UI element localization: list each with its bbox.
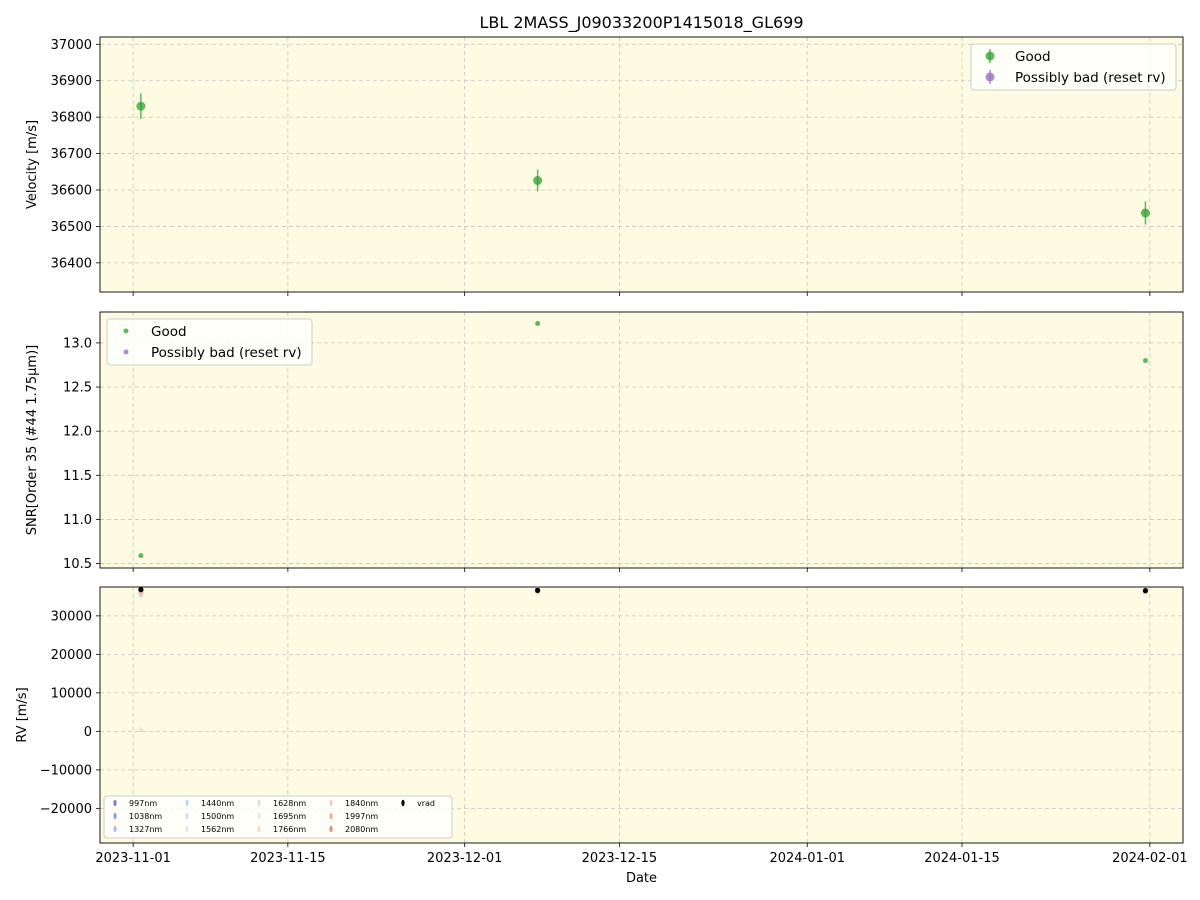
y-tick-label: 36800 (51, 111, 92, 126)
y-tick-label: 36700 (51, 147, 92, 162)
x-tick-label: 2023-12-15 (582, 851, 658, 866)
legend: 997nm 1038nm 1327nm 1440nm 1500nm 1562nm 1628n… (103, 795, 453, 839)
y-tick-label: 12.5 (63, 381, 92, 396)
legend-label: Good (1015, 49, 1051, 65)
legend-label: 1038nm (129, 812, 162, 821)
legend-label: vrad (417, 799, 435, 808)
x-tick-label: 2023-11-01 (95, 851, 171, 866)
chart-title: LBL 2MASS_J09033200P1415018_GL699 (479, 13, 803, 33)
data-point (1142, 588, 1149, 594)
legend-label: 1500nm (201, 812, 234, 821)
y-tick-label: 0 (84, 725, 92, 740)
legend-label: Possibly bad (reset rv) (1015, 70, 1166, 86)
legend-marker (985, 51, 995, 61)
legend-marker (123, 328, 129, 334)
data-point (138, 586, 144, 593)
legend-marker (113, 799, 117, 807)
legend-label: 1562nm (201, 825, 234, 834)
legend-label: Possibly bad (reset rv) (151, 345, 302, 361)
y-axis-label: Velocity [m/s] (25, 120, 40, 209)
data-point (138, 727, 144, 733)
y-tick-label: 20000 (51, 648, 92, 663)
data-point (1142, 358, 1148, 364)
data-point (535, 320, 541, 326)
legend-label: 997nm (129, 799, 157, 808)
legend-label: 1327nm (129, 825, 162, 834)
legend-marker (329, 812, 333, 820)
y-tick-label: 11.0 (63, 513, 92, 528)
legend-marker (185, 799, 189, 807)
data-point (535, 587, 541, 593)
data-point (1140, 208, 1150, 218)
x-axis-label: Date (626, 871, 657, 886)
legend-marker (257, 799, 261, 807)
legend-label: 1840nm (345, 799, 378, 808)
legend-marker (329, 825, 333, 833)
y-tick-label: 36900 (51, 74, 92, 89)
y-tick-label: −20000 (40, 802, 92, 817)
x-tick-label: 2023-12-01 (427, 851, 503, 866)
legend-marker (113, 812, 117, 820)
y-tick-label: 36500 (51, 220, 92, 235)
y-tick-label: 37000 (51, 38, 92, 53)
legend-marker (185, 812, 189, 820)
legend-label: Good (151, 324, 187, 340)
legend: Good Possibly bad (reset rv) (106, 318, 313, 366)
y-axis-label: RV [m/s] (15, 687, 30, 742)
legend-label: 2080nm (345, 825, 378, 834)
legend-label: 1440nm (201, 799, 234, 808)
x-tick-label: 2024-01-15 (924, 851, 1000, 866)
y-tick-label: 13.0 (63, 336, 92, 351)
y-tick-label: 10000 (51, 686, 92, 701)
panel-1: 36400 36500 36600 36700 36800 36900 37000 Veloc… (25, 13, 1184, 296)
legend-marker (113, 825, 117, 833)
panel-2: 10.5 11.0 11.5 12.0 12.5 13.0 SNR[Order 35 (#4… (25, 311, 1184, 572)
data-point (138, 553, 144, 559)
x-tick-label: 2023-11-15 (250, 851, 326, 866)
legend-label: 1628nm (273, 799, 306, 808)
y-tick-label: 12.0 (63, 425, 92, 440)
x-tick-label: 2024-02-01 (1112, 851, 1188, 866)
legend-marker (257, 825, 261, 833)
legend-label: 1766nm (273, 825, 306, 834)
y-tick-label: 36400 (51, 256, 92, 271)
legend-marker (401, 799, 405, 807)
legend-marker (329, 799, 333, 807)
y-tick-label: 30000 (51, 609, 92, 624)
y-tick-label: 11.5 (63, 469, 92, 484)
data-point (136, 101, 146, 111)
panel-3: 2023-11-01 2023-11-15 2023-12-01 2023-12-15… (15, 586, 1188, 886)
data-point (533, 176, 543, 186)
legend-label: 1997nm (345, 812, 378, 821)
legend-marker (257, 812, 261, 820)
legend-marker (985, 72, 995, 82)
legend-marker (185, 825, 189, 833)
y-axis-label: SNR[Order 35 (#44 1.75μm)] (25, 345, 40, 536)
legend-label: 1695nm (273, 812, 306, 821)
y-tick-label: 36600 (51, 184, 92, 199)
x-tick-label: 2024-01-01 (769, 851, 845, 866)
legend: Good Possibly bad (reset rv) (970, 43, 1177, 91)
y-tick-label: −10000 (40, 763, 92, 778)
y-tick-label: 10.5 (63, 557, 92, 572)
legend-marker (123, 349, 129, 355)
lbl-velocity-figure: 36400 36500 36600 36700 36800 36900 37000 Veloc… (0, 0, 1200, 900)
